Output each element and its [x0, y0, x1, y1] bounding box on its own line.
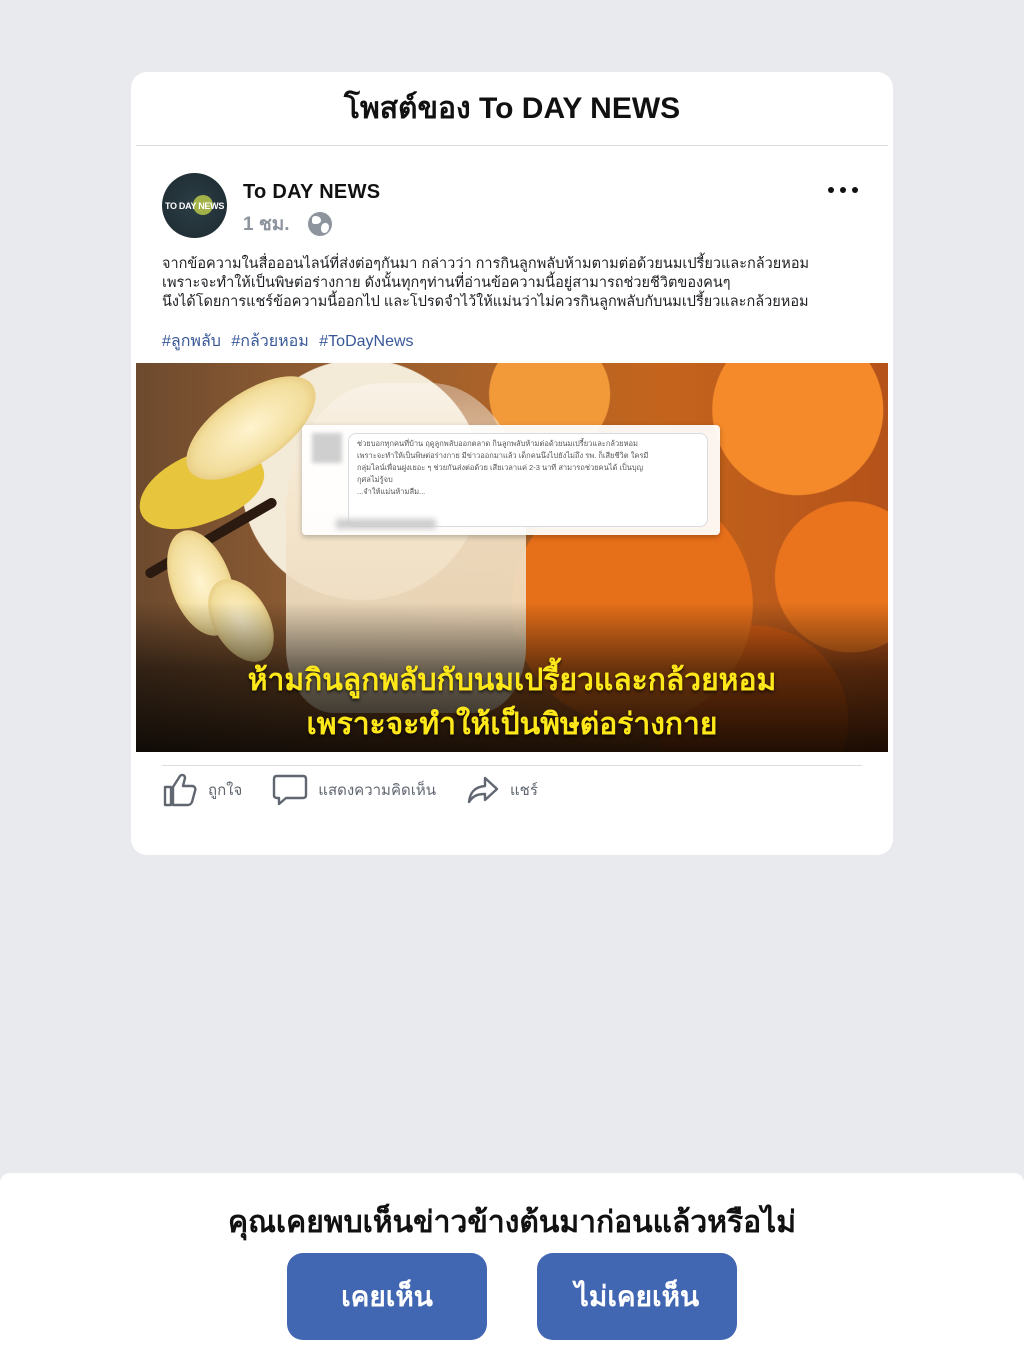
- not-seen-button[interactable]: ไม่เคยเห็น: [537, 1253, 737, 1340]
- hashtag-link[interactable]: #ToDayNews: [319, 333, 413, 350]
- chat-line: เพราะจะทำให้เป็นพิษต่อร่างกาย มีข่าวออกม…: [357, 451, 649, 460]
- blurred-avatar: [312, 433, 342, 463]
- hashtag-link[interactable]: #ลูกพลับ: [162, 333, 221, 350]
- share-button[interactable]: แชร์: [466, 774, 538, 806]
- action-divider: [162, 765, 862, 766]
- post-header: TO DAY NEWS To DAY NEWS 1 ชม.: [162, 173, 380, 239]
- post-card: โพสต์ของ To DAY NEWS TO DAY NEWS To DAY …: [131, 72, 893, 855]
- avatar[interactable]: TO DAY NEWS: [162, 173, 227, 238]
- seen-before-button[interactable]: เคยเห็น: [287, 1253, 487, 1340]
- globe-icon: [307, 212, 332, 236]
- more-dot: [852, 187, 858, 193]
- post-body: จากข้อความในสื่อออนไลน์ที่ส่งต่อๆกันมา ก…: [162, 255, 862, 312]
- like-button[interactable]: ถูกใจ: [162, 772, 242, 808]
- chat-bubble: ช่วยบอกทุกคนที่บ้าน ฤดูลูกพลับออกตลาด กิ…: [348, 433, 708, 527]
- post-image[interactable]: ช่วยบอกทุกคนที่บ้าน ฤดูลูกพลับออกตลาด กิ…: [136, 363, 888, 752]
- post-actions: ถูกใจ แสดงความคิดเห็น แชร์: [162, 772, 568, 808]
- more-dot: [828, 187, 834, 193]
- caption-line: เพราะจะทำให้เป็นพิษต่อร่างกาย: [306, 708, 718, 741]
- survey-question: คุณเคยพบเห็นข่าวข้างต้นมาก่อนแล้วหรือไม่: [228, 1206, 796, 1239]
- avatar-text: TO DAY NEWS: [164, 200, 225, 211]
- author-block: To DAY NEWS 1 ชม.: [243, 181, 380, 239]
- chat-line: ช่วยบอกทุกคนที่บ้าน ฤดูลูกพลับออกตลาด กิ…: [357, 439, 638, 448]
- chat-line: กุศลไม่รู้จบ: [357, 475, 393, 484]
- blurred-name: [336, 519, 436, 529]
- comment-icon: [273, 774, 308, 806]
- comment-label: แสดงความคิดเห็น: [318, 782, 436, 799]
- survey-panel: คุณเคยพบเห็นข่าวข้างต้นมาก่อนแล้วหรือไม่…: [0, 1173, 1024, 1366]
- author-name[interactable]: To DAY NEWS: [243, 181, 380, 204]
- image-caption: ห้ามกินลูกพลับกับนมเปรี้ยวและกล้วยหอม เพ…: [136, 659, 888, 747]
- hashtags: #ลูกพลับ #กล้วยหอม #ToDayNews: [162, 329, 420, 354]
- post-time[interactable]: 1 ชม.: [243, 209, 290, 239]
- post-meta: 1 ชม.: [243, 209, 380, 239]
- share-label: แชร์: [509, 782, 538, 799]
- chat-line: ...จำให้แม่นห้ามลืม...: [357, 487, 426, 496]
- post-body-line: นึงได้โดยการแชร์ข้อความนี้ออกไป และโปรดจ…: [162, 294, 809, 310]
- chat-line: กลุ่มไลน์เพื่อนฝูงเยอะ ๆ ช่วยกันส่งต่อด้…: [357, 463, 644, 472]
- card-title: โพสต์ของ To DAY NEWS: [136, 72, 888, 146]
- more-options-icon[interactable]: [828, 182, 858, 198]
- share-icon: [467, 776, 499, 804]
- more-dot: [840, 187, 846, 193]
- thumbs-up-icon: [163, 773, 197, 807]
- caption-line: ห้ามกินลูกพลับกับนมเปรี้ยวและกล้วยหอม: [247, 664, 777, 697]
- comment-button[interactable]: แสดงความคิดเห็น: [272, 773, 436, 807]
- hashtag-link[interactable]: #กล้วยหอม: [231, 333, 308, 350]
- post-body-line: เพราะจะทำให้เป็นพิษต่อร่างกาย ดังนั้นทุก…: [162, 275, 731, 291]
- post-body-line: จากข้อความในสื่อออนไลน์ที่ส่งต่อๆกันมา ก…: [162, 256, 810, 272]
- like-label: ถูกใจ: [208, 782, 243, 799]
